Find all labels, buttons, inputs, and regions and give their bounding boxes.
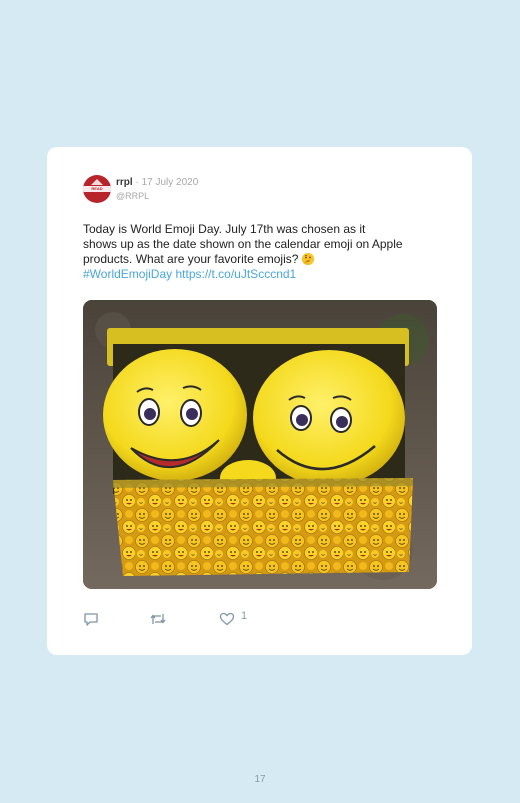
- tweet-card: READ TOWN rrpl · 17 July 2020 @RRPL Toda…: [47, 147, 472, 655]
- user-handle[interactable]: @RRPL: [116, 191, 149, 201]
- username[interactable]: rrpl: [116, 177, 133, 188]
- like-count: 1: [241, 610, 248, 622]
- heart-icon[interactable]: [219, 612, 235, 626]
- url-link[interactable]: https://t.co/uJtScccnd1: [175, 267, 296, 281]
- emoji-toys-illustration: [83, 300, 437, 589]
- avatar-logo-roof: [91, 179, 103, 185]
- tweet-text-line-2: shows up as the date shown on the calend…: [83, 237, 403, 251]
- tweet-text: Today is World Emoji Day. July 17th was …: [83, 222, 443, 282]
- tweet-text-line-3: products. What are your favorite emojis?: [83, 252, 299, 266]
- page-number: 17: [254, 774, 266, 785]
- reply-icon[interactable]: [83, 612, 99, 626]
- retweet-icon[interactable]: [149, 612, 167, 626]
- tweet-text-line-1: Today is World Emoji Day. July 17th was …: [83, 222, 366, 236]
- avatar-logo-text: READ TOWN: [90, 186, 104, 197]
- avatar[interactable]: READ TOWN: [83, 175, 111, 203]
- tweet-header: rrpl · 17 July 2020: [116, 177, 198, 188]
- hashtag-link[interactable]: #WorldEmojiDay: [83, 267, 172, 281]
- tweet-date[interactable]: 17 July 2020: [142, 177, 199, 188]
- thinking-face-emoji-icon: [301, 253, 314, 265]
- tweet-photo[interactable]: [83, 300, 437, 589]
